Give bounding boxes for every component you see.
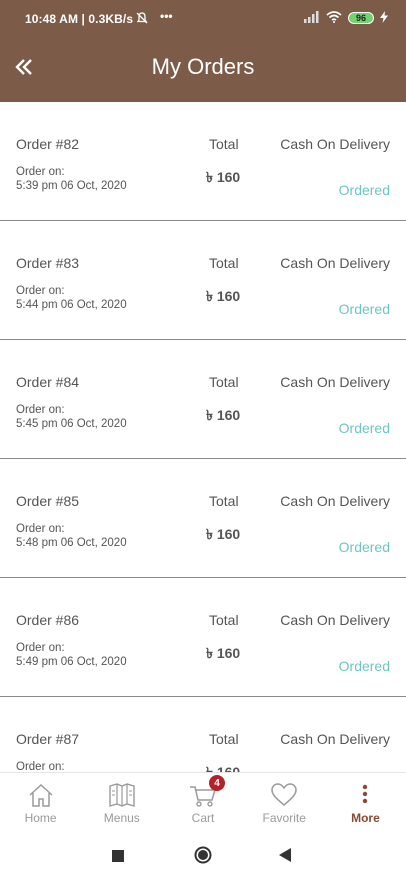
- order-card[interactable]: Order #86 Total Cash On Delivery Order o…: [0, 578, 406, 697]
- order-date: 5:44 pm 06 Oct, 2020: [16, 299, 127, 311]
- menu-book-icon: [109, 783, 135, 807]
- order-card[interactable]: Order #87 Total Cash On Delivery Order o…: [0, 697, 406, 772]
- circle-icon: [194, 846, 212, 864]
- more-dots-icon: •••: [160, 9, 173, 23]
- total-label: Total: [209, 136, 239, 152]
- system-navigation-bar: [0, 830, 406, 880]
- order-card[interactable]: Order #82 Total Cash On Delivery Order o…: [0, 102, 406, 221]
- order-date: 5:39 pm 06 Oct, 2020: [16, 180, 127, 192]
- total-label: Total: [209, 731, 239, 747]
- triangle-back-icon: [279, 848, 291, 862]
- payment-method: Cash On Delivery: [280, 493, 390, 509]
- nav-more[interactable]: More: [325, 773, 406, 830]
- order-date: 5:48 pm 06 Oct, 2020: [16, 537, 127, 549]
- nav-cart[interactable]: 4 Cart: [162, 773, 243, 830]
- order-amount: ৳ 160: [206, 526, 241, 542]
- order-amount: ৳ 160: [206, 764, 241, 772]
- wifi-icon: [326, 10, 342, 26]
- order-card[interactable]: Order #83 Total Cash On Delivery Order o…: [0, 221, 406, 340]
- order-date: 5:49 pm 06 Oct, 2020: [16, 656, 127, 668]
- nav-menus[interactable]: Menus: [81, 773, 162, 830]
- nav-cart-label: Cart: [191, 811, 215, 825]
- total-label: Total: [209, 493, 239, 509]
- bottom-navigation: Home Menus 4 Cart Favorite More: [0, 772, 406, 830]
- signal-icon: [304, 10, 320, 26]
- payment-method: Cash On Delivery: [280, 136, 390, 152]
- order-number: Order #86: [16, 612, 80, 628]
- cart-count-badge: 4: [209, 775, 225, 791]
- order-on-label: Order on:: [16, 523, 65, 535]
- battery-indicator: 96: [348, 12, 374, 24]
- order-status: Ordered: [338, 539, 390, 555]
- order-on-label: Order on:: [16, 285, 65, 297]
- payment-method: Cash On Delivery: [280, 612, 390, 628]
- payment-method: Cash On Delivery: [280, 374, 390, 390]
- status-bar: 10:48 AM | 0.3KB/s ••• 96: [0, 0, 406, 36]
- order-amount: ৳ 160: [206, 407, 241, 423]
- back-system-button[interactable]: [279, 848, 291, 867]
- order-number: Order #87: [16, 731, 80, 747]
- order-amount: ৳ 160: [206, 645, 241, 661]
- status-time: 10:48 AM | 0.3KB/s: [25, 12, 134, 26]
- order-number: Order #85: [16, 493, 80, 509]
- payment-method: Cash On Delivery: [280, 731, 390, 747]
- order-status: Ordered: [338, 658, 390, 674]
- nav-home-label: Home: [24, 811, 57, 825]
- orders-list[interactable]: Order #82 Total Cash On Delivery Order o…: [0, 102, 406, 772]
- home-system-button[interactable]: [194, 846, 212, 869]
- order-status: Ordered: [338, 182, 390, 198]
- total-label: Total: [209, 255, 239, 271]
- order-on-label: Order on:: [16, 761, 65, 772]
- total-label: Total: [209, 374, 239, 390]
- page-title: My Orders: [151, 54, 255, 79]
- order-on-label: Order on:: [16, 166, 65, 178]
- order-status: Ordered: [338, 301, 390, 317]
- charging-icon: [380, 10, 388, 26]
- heart-icon: [271, 783, 297, 806]
- order-card[interactable]: Order #85 Total Cash On Delivery Order o…: [0, 459, 406, 578]
- order-amount: ৳ 160: [206, 288, 241, 304]
- total-label: Total: [209, 612, 239, 628]
- more-vertical-icon: [363, 784, 368, 804]
- order-status: Ordered: [338, 420, 390, 436]
- recent-apps-button[interactable]: [112, 849, 124, 867]
- order-number: Order #82: [16, 136, 80, 152]
- nav-home[interactable]: Home: [0, 773, 81, 830]
- order-amount: ৳ 160: [206, 169, 241, 185]
- order-number: Order #83: [16, 255, 80, 271]
- order-number: Order #84: [16, 374, 80, 390]
- order-on-label: Order on:: [16, 404, 65, 416]
- nav-more-label: More: [351, 811, 380, 825]
- home-icon: [29, 783, 53, 807]
- order-date: 5:45 pm 06 Oct, 2020: [16, 418, 127, 430]
- order-card[interactable]: Order #84 Total Cash On Delivery Order o…: [0, 340, 406, 459]
- square-icon: [112, 850, 124, 862]
- nav-favorite-label: Favorite: [262, 811, 306, 825]
- app-header: 10:48 AM | 0.3KB/s ••• 96 My Orders: [0, 0, 406, 102]
- nav-favorite[interactable]: Favorite: [244, 773, 325, 830]
- title-bar: My Orders: [0, 40, 406, 96]
- nav-menus-label: Menus: [103, 811, 140, 825]
- payment-method: Cash On Delivery: [280, 255, 390, 271]
- order-on-label: Order on:: [16, 642, 65, 654]
- mute-icon: [135, 11, 149, 28]
